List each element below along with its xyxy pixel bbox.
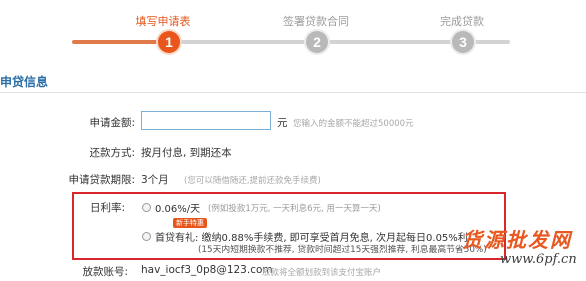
account-value: hav_iocf3_0p8@123.com	[141, 264, 273, 276]
stepper-line-completed	[72, 40, 168, 44]
account-label: 放款账号:	[82, 266, 128, 278]
amount-unit: 元	[277, 117, 288, 129]
account-hint: 放款将全额划款到该支付宝账户	[262, 268, 382, 278]
term-hint: (您可以随借随还,提前还款免手续费)	[184, 176, 321, 186]
repayment-label: 还款方式:	[89, 147, 135, 159]
step-2-number-icon: 2	[306, 31, 328, 53]
rate-option-1-text: 0.06%/天	[155, 204, 201, 215]
term-value: 3个月	[141, 174, 169, 186]
progress-stepper: 填写申请表 1 签署贷款合同 2 完成贷款 3	[0, 0, 586, 62]
amount-input[interactable]	[141, 111, 271, 130]
step-3-label: 完成贷款	[440, 15, 484, 28]
rate-label: 日利率:	[89, 202, 125, 214]
repayment-value: 按月付息, 到期还本	[141, 147, 232, 159]
rate-option-1-hint: (例如投款1万元, 一天利息6元, 用一天算一天)	[208, 204, 381, 214]
rate-option-2-radio[interactable]	[142, 232, 151, 241]
term-label: 申请贷款期限:	[68, 174, 135, 186]
new-user-badge: 新手特惠	[173, 218, 207, 228]
step-3-number-icon: 3	[452, 31, 474, 53]
rate-option-1-radio[interactable]	[142, 203, 151, 212]
amount-hint: 您输入的金额不能超过50000元	[293, 119, 414, 129]
step-1-number-icon: 1	[158, 31, 180, 53]
section-divider	[0, 92, 586, 93]
section-title: 申贷信息	[0, 75, 49, 89]
step-2-label: 签署贷款合同	[283, 15, 349, 28]
rate-option-2-subtext: (15天内短期换款不推荐, 贷款时间超过15天强烈推荐, 利息最高节省50%)	[198, 245, 487, 255]
watermark-logo: 货源批发网	[462, 228, 572, 252]
watermark-url: www.6pf.cn	[500, 252, 577, 267]
amount-label: 申请金额:	[89, 117, 135, 129]
step-1-label: 填写申请表	[135, 15, 191, 28]
